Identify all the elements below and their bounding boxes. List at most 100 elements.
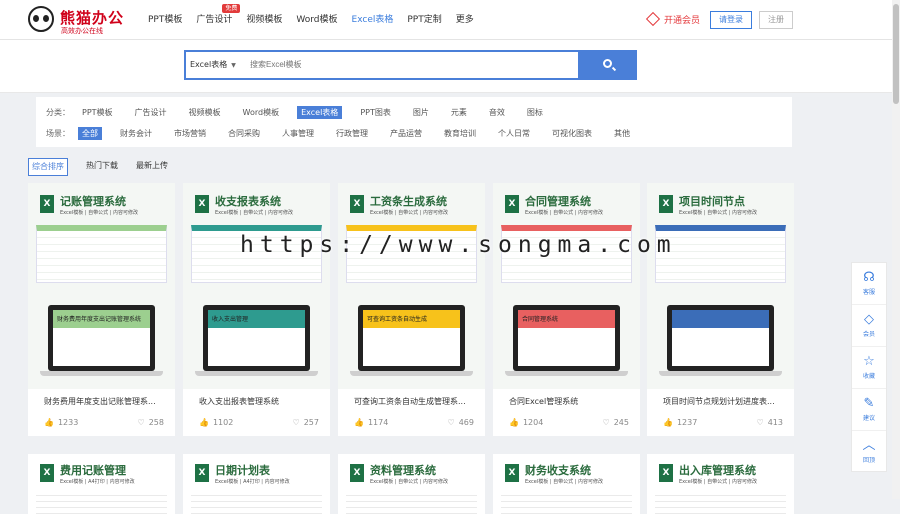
template-card[interactable]: X 日期计划表 Excel模板 | A4打印 | 内容可修改	[183, 454, 330, 514]
filter-category-word[interactable]: Word模板	[239, 106, 284, 119]
heart-icon: ♡	[137, 418, 145, 427]
filter-category-ppt[interactable]: PPT模板	[78, 106, 117, 119]
nav-item-excel[interactable]: Excel表格	[352, 0, 394, 40]
filter-scene-finance[interactable]: 财务会计	[116, 127, 156, 140]
filter-scene-chart[interactable]: 可视化图表	[548, 127, 596, 140]
filter-category-video[interactable]: 视频模板	[185, 106, 225, 119]
laptop-screen: 财务费用年度支出记账管理系统	[53, 310, 150, 366]
spreadsheet-preview	[191, 490, 322, 514]
filter-scene-education[interactable]: 教育培训	[440, 127, 480, 140]
filter-scene-all[interactable]: 全部	[78, 126, 102, 140]
like-count[interactable]: ♡ 413	[757, 418, 783, 427]
template-card[interactable]: X 资料管理系统 Excel模板 | 自带公式 | 内容可修改	[338, 454, 485, 514]
edit-icon: ✎	[863, 396, 875, 411]
sidebar-favorite[interactable]: ☆ 收藏	[852, 347, 886, 389]
search-button[interactable]	[580, 50, 637, 80]
filter-category-audio[interactable]: 音效	[485, 106, 509, 119]
filter-category-element[interactable]: 元素	[447, 106, 471, 119]
filter-category-image[interactable]: 图片	[409, 106, 433, 119]
template-card[interactable]: X 项目时间节点 Excel模板 | 自带公式 | 内容可修改项目时间节点规划计划进…	[647, 183, 794, 436]
nav-item-word[interactable]: Word模板	[296, 0, 337, 40]
spreadsheet-preview	[501, 490, 632, 514]
template-thumbnail[interactable]: X 项目时间节点 Excel模板 | 自带公式 | 内容可修改	[647, 183, 794, 389]
login-button[interactable]: 请登录	[710, 11, 752, 29]
filter-scene-marketing[interactable]: 市场营销	[170, 127, 210, 140]
excel-icon: X	[350, 195, 364, 213]
thumbnail-title: 记账管理系统	[60, 195, 126, 208]
filter-category-icon[interactable]: 图标	[523, 106, 547, 119]
template-thumbnail[interactable]: X 工资条生成系统 Excel模板 | 自带公式 | 内容可修改 可查询工资条自动生成	[338, 183, 485, 389]
register-button[interactable]: 注册	[759, 11, 793, 29]
template-card[interactable]: X 合同管理系统 Excel模板 | 自带公式 | 内容可修改 合同管理系统合同Exc…	[493, 183, 640, 436]
spreadsheet-preview	[36, 225, 167, 283]
thumbnail-title: 工资条生成系统	[370, 195, 447, 208]
like-count[interactable]: ♡ 257	[293, 418, 319, 427]
filter-scene-hr[interactable]: 人事管理	[278, 127, 318, 140]
laptop-screen	[672, 310, 769, 366]
template-thumbnail[interactable]: X 合同管理系统 Excel模板 | 自带公式 | 内容可修改 合同管理系统	[493, 183, 640, 389]
panda-logo-icon	[28, 6, 54, 32]
vip-link[interactable]: 开通会员	[645, 11, 700, 27]
thumbnail-title: 费用记账管理	[60, 464, 126, 477]
template-name[interactable]: 收入支出报表管理系统	[199, 396, 321, 407]
template-card[interactable]: X 记账管理系统 Excel模板 | 自带公式 | 内容可修改 财务费用年度支出记账管…	[28, 183, 175, 436]
download-count: 👍 1204	[509, 418, 544, 427]
filter-scene-product[interactable]: 产品运营	[386, 127, 426, 140]
nav-item-ad-design[interactable]: 广告设计 免费	[196, 0, 241, 40]
filter-category-ppt-chart[interactable]: PPT图表	[356, 106, 395, 119]
nav-item-more[interactable]: 更多	[456, 0, 474, 40]
caret-down-icon: ▼	[231, 62, 236, 69]
like-count[interactable]: ♡ 469	[448, 418, 474, 427]
thumb-up-icon: 👍	[509, 418, 519, 427]
filter-category-excel[interactable]: Excel表格	[297, 105, 343, 119]
site-logo[interactable]: 熊猫办公 高效办公在线	[28, 6, 138, 36]
spreadsheet-preview	[36, 490, 167, 514]
filter-scene-contract[interactable]: 合同采购	[224, 127, 264, 140]
sidebar-customer-service[interactable]: ☊ 客服	[852, 263, 886, 305]
sidebar-back-to-top[interactable]: ︿ 回顶	[852, 431, 886, 473]
heart-icon: ♡	[447, 418, 455, 427]
template-card[interactable]: X 财务收支系统 Excel模板 | 自带公式 | 内容可修改	[493, 454, 640, 514]
template-card[interactable]: X 收支报表系统 Excel模板 | 自带公式 | 内容可修改 收入支出管理收入支出报…	[183, 183, 330, 436]
like-count[interactable]: ♡ 258	[138, 418, 164, 427]
nav-item-ppt-custom[interactable]: PPT定制	[407, 0, 441, 40]
filter-scene-personal[interactable]: 个人日常	[494, 127, 534, 140]
search-section: Excel表格 ▼	[0, 40, 900, 93]
filter-category-ad[interactable]: 广告设计	[131, 106, 171, 119]
thumbnail-title: 财务收支系统	[525, 464, 591, 477]
template-name[interactable]: 可查询工资条自动生成管理系...	[354, 396, 476, 407]
template-card[interactable]: X 出入库管理系统 Excel模板 | 自带公式 | 内容可修改	[647, 454, 794, 514]
search-icon	[603, 59, 612, 68]
heart-icon: ♡	[292, 418, 300, 427]
search-box: Excel表格 ▼	[184, 50, 580, 80]
laptop-mockup: 收入支出管理	[203, 305, 310, 371]
template-name[interactable]: 合同Excel管理系统	[509, 396, 631, 407]
filter-scene-admin[interactable]: 行政管理	[332, 127, 372, 140]
search-input[interactable]	[250, 52, 570, 78]
heart-icon: ♡	[602, 418, 610, 427]
category-filter-row: 分类： PPT模板 广告设计 视频模板 Word模板 Excel表格 PPT图表…	[46, 104, 561, 120]
scrollbar-thumb[interactable]	[893, 4, 899, 104]
template-name[interactable]: 财务费用年度支出记账管理系...	[44, 396, 166, 407]
template-name[interactable]: 项目时间节点规划计划进度表...	[663, 396, 785, 407]
sidebar-vip[interactable]: ◇ 会员	[852, 305, 886, 347]
nav-item-video[interactable]: 视频模板	[246, 0, 282, 40]
template-card[interactable]: X 工资条生成系统 Excel模板 | 自带公式 | 内容可修改 可查询工资条自动生成…	[338, 183, 485, 436]
sort-comprehensive[interactable]: 综合排序	[28, 158, 68, 176]
filter-scene-other[interactable]: 其他	[610, 127, 634, 140]
thumbnail-title: 出入库管理系统	[679, 464, 756, 477]
sort-newest[interactable]: 最新上传	[136, 158, 168, 176]
page-scrollbar[interactable]	[892, 0, 900, 499]
template-card[interactable]: X 费用记账管理 Excel模板 | A4打印 | 内容可修改	[28, 454, 175, 514]
sidebar-feedback[interactable]: ✎ 建议	[852, 389, 886, 431]
excel-icon: X	[195, 464, 209, 482]
thumbnail-subtitle: Excel模板 | A4打印 | 内容可修改	[60, 479, 135, 485]
template-thumbnail[interactable]: X 记账管理系统 Excel模板 | 自带公式 | 内容可修改 财务费用年度支出记账管…	[28, 183, 175, 389]
like-count[interactable]: ♡ 245	[603, 418, 629, 427]
thumbnail-subtitle: Excel模板 | 自带公式 | 内容可修改	[60, 210, 138, 216]
excel-icon: X	[40, 464, 54, 482]
sort-popular[interactable]: 热门下载	[86, 158, 118, 176]
nav-item-ppt[interactable]: PPT模板	[148, 0, 182, 40]
search-category-select[interactable]: Excel表格 ▼	[190, 52, 236, 79]
template-thumbnail[interactable]: X 收支报表系统 Excel模板 | 自带公式 | 内容可修改 收入支出管理	[183, 183, 330, 389]
